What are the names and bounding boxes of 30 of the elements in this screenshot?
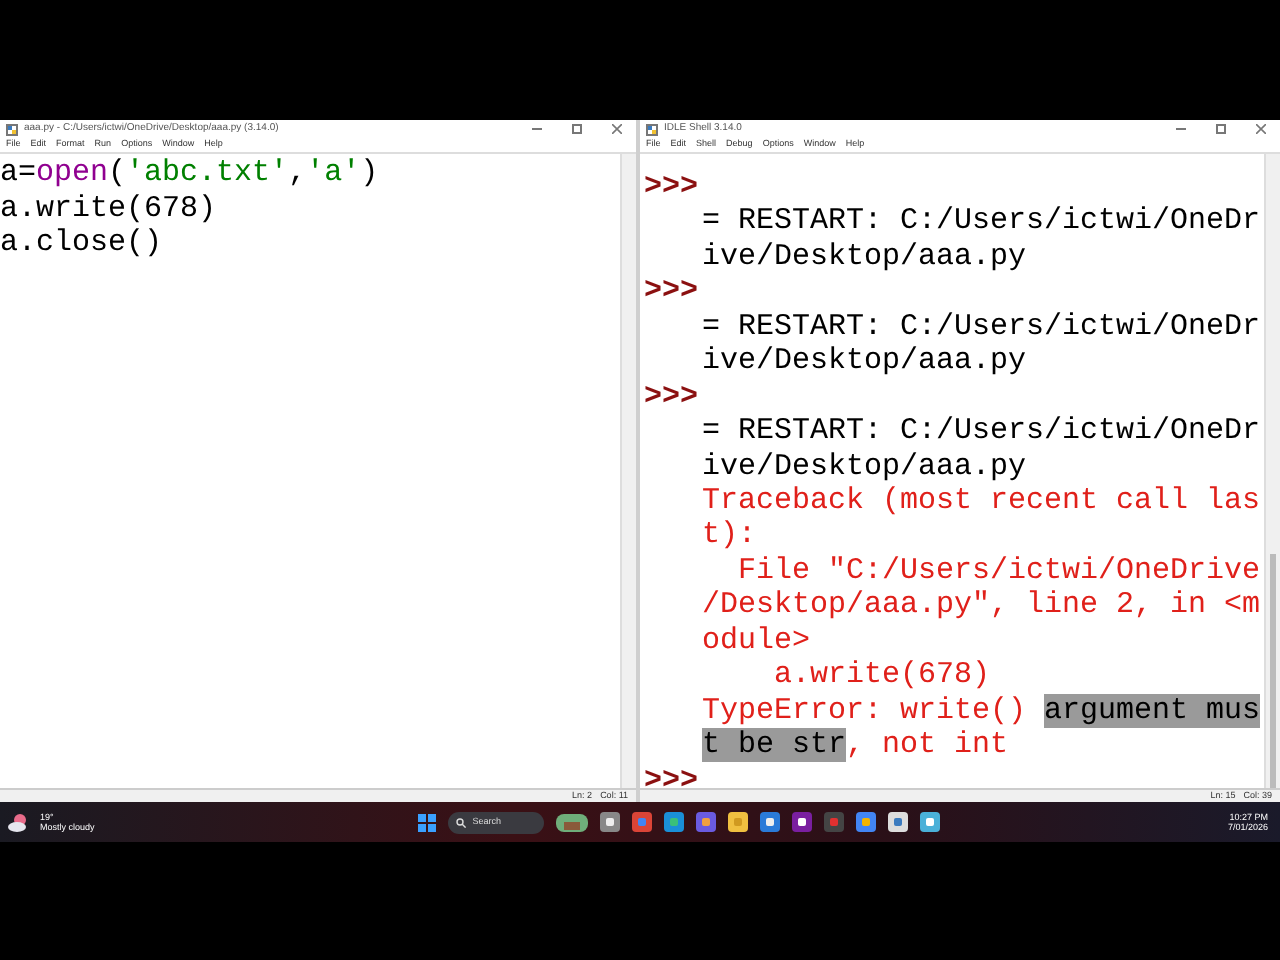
shell-output-line: = RESTART: C:/Users/ictwi/OneDr <box>702 309 1261 345</box>
shell-output-line: Traceback (most recent call las <box>702 484 1261 519</box>
shell-prompt: >>> <box>644 379 699 414</box>
code-line: a.write(678) <box>0 191 217 226</box>
shell-output-line: TypeError: write() argument mus <box>702 693 1261 729</box>
shell-output-line: /Desktop/aaa.py", line 2, in <m <box>702 588 1261 624</box>
code-line: a.close() <box>0 226 163 261</box>
shell-output-line: ive/Desktop/aaa.py <box>702 344 1027 380</box>
maximize-icon[interactable] <box>1216 124 1226 134</box>
search-icon <box>456 817 467 827</box>
shell-prompt: >>> <box>644 763 699 788</box>
shell-output-line: a.write(678) <box>772 658 991 694</box>
code-line: a=open('abc.txt','a') <box>0 156 379 191</box>
shell-output-line: odule> <box>702 623 811 659</box>
shell-output-line: t be str, not int <box>702 728 1009 764</box>
scrollbar[interactable] <box>1264 154 1280 788</box>
shell-output-line: ive/Desktop/aaa.py <box>702 449 1027 485</box>
weather-icon[interactable] <box>8 813 28 831</box>
shell-output-line: = RESTART: C:/Users/ictwi/OneDr <box>702 204 1261 240</box>
start-icon[interactable] <box>418 813 437 831</box>
shell-prompt: >>> <box>644 170 699 204</box>
close-icon[interactable] <box>612 124 622 134</box>
shell-output-line: File "C:/Users/ictwi/OneDrive <box>736 553 1261 589</box>
maximize-icon[interactable] <box>572 124 582 134</box>
shell-output-line: t): <box>702 518 757 554</box>
shell-prompt: >>> <box>644 274 699 309</box>
shell-output-line: ive/Desktop/aaa.py <box>702 239 1027 275</box>
shell-output-line: = RESTART: C:/Users/ictwi/OneDr <box>702 414 1261 450</box>
scrollbar[interactable] <box>620 154 636 788</box>
close-icon[interactable] <box>1256 124 1266 134</box>
